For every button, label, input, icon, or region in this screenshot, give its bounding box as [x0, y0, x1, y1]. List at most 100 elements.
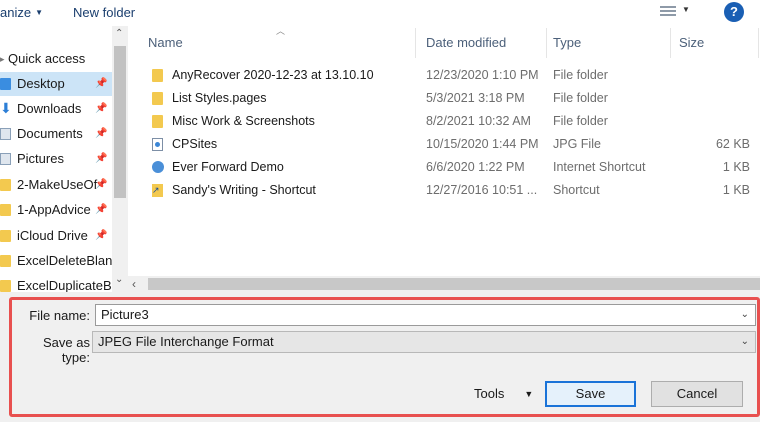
file-name: CPSites [172, 137, 218, 151]
pictures-icon [0, 153, 11, 165]
file-size: 1 KB [722, 160, 750, 174]
horizontal-scroll-thumb[interactable] [148, 278, 760, 290]
caret-down-icon: ▼ [35, 8, 43, 17]
pin-icon: 📌 [95, 230, 108, 241]
file-type: Internet Shortcut [553, 160, 646, 174]
scroll-down-icon[interactable]: ⌄ [115, 274, 123, 285]
scroll-left-icon[interactable]: ‹ [132, 276, 136, 292]
new-folder-button[interactable]: New folder [73, 5, 135, 20]
file-type: File folder [553, 91, 608, 105]
file-size: 62 KB [715, 137, 750, 151]
chevron-down-icon[interactable]: ⌄ [741, 305, 749, 325]
column-header-size[interactable]: Size [679, 26, 704, 60]
file-row[interactable]: AnyRecover 2020-12-23 at 13.10.10 12/23/… [128, 64, 760, 87]
save-button[interactable]: Save [545, 381, 636, 407]
sort-ascending-icon: ︿ [276, 26, 286, 36]
file-type: Shortcut [553, 183, 600, 197]
tools-menu-button[interactable]: Tools ▼ [474, 386, 533, 401]
column-header-date[interactable]: Date modified [426, 26, 506, 60]
save-type-select[interactable]: JPEG File Interchange Format ⌄ [92, 331, 756, 353]
pin-icon: 📌 [95, 204, 108, 215]
details-view-icon [660, 6, 676, 19]
save-options-pane: File name: Picture3 ⌄ Save as type: JPEG… [0, 292, 760, 422]
navigation-pane: ▸ Quick access Desktop 📌 ⬇ Downloads 📌 D… [0, 26, 128, 292]
chevron-down-icon[interactable]: ⌄ [741, 332, 749, 352]
nav-item-icloud-drive[interactable]: iCloud Drive 📌 [0, 224, 112, 248]
file-name-value: Picture3 [101, 307, 149, 322]
help-button[interactable]: ? [724, 2, 744, 22]
column-divider[interactable] [758, 28, 759, 58]
file-date: 12/23/2020 1:10 PM [426, 68, 539, 82]
documents-icon [0, 128, 11, 140]
nav-item-label: ExcelDeleteBlanl [17, 253, 112, 268]
file-type: JPG File [553, 137, 601, 151]
scroll-up-icon[interactable]: ⌃ [115, 28, 123, 39]
folder-icon [0, 230, 11, 242]
file-row[interactable]: Sandy's Writing - Shortcut 12/27/2016 10… [128, 179, 760, 202]
nav-item-quick-access[interactable]: ▸ Quick access [0, 47, 112, 71]
caret-down-icon: ▼ [524, 389, 534, 399]
file-name: Sandy's Writing - Shortcut [172, 183, 316, 197]
nav-item-documents[interactable]: Documents 📌 [0, 122, 112, 146]
organize-menu-button[interactable]: anize ▼ [0, 5, 43, 20]
pin-icon: 📌 [95, 179, 108, 190]
pin-icon: 📌 [95, 128, 108, 139]
folder-icon [0, 280, 11, 292]
nav-item-1-appadvice[interactable]: 1-AppAdvice 📌 [0, 198, 112, 222]
shortcut-icon [152, 179, 163, 202]
file-row[interactable]: Misc Work & Screenshots 8/2/2021 10:32 A… [128, 110, 760, 133]
cancel-button[interactable]: Cancel [651, 381, 743, 407]
quick-access-icon: ▸ [0, 54, 5, 64]
nav-item-label: Desktop [17, 76, 65, 91]
file-name: List Styles.pages [172, 91, 267, 105]
file-name: Ever Forward Demo [172, 160, 284, 174]
nav-item-downloads[interactable]: ⬇ Downloads 📌 [0, 97, 112, 121]
file-date: 8/2/2021 10:32 AM [426, 114, 531, 128]
nav-item-label: Documents [17, 126, 83, 141]
file-row[interactable]: List Styles.pages 5/3/2021 3:18 PM File … [128, 87, 760, 110]
image-file-icon [152, 138, 163, 151]
folder-icon [0, 204, 11, 216]
file-type: File folder [553, 114, 608, 128]
file-date: 5/3/2021 3:18 PM [426, 91, 525, 105]
nav-item-label: Downloads [17, 101, 82, 116]
column-divider[interactable] [546, 28, 547, 58]
file-name-label: File name: [29, 308, 90, 323]
column-divider[interactable] [670, 28, 671, 58]
file-row[interactable]: Ever Forward Demo 6/6/2020 1:22 PM Inter… [128, 156, 760, 179]
caret-down-icon: ▼ [682, 5, 690, 14]
change-view-button[interactable]: ▼ [660, 5, 690, 21]
nav-item-exceldeleteblank[interactable]: ExcelDeleteBlanl [0, 249, 112, 273]
web-shortcut-icon [152, 161, 164, 173]
column-divider[interactable] [415, 28, 416, 58]
horizontal-scrollbar[interactable]: ‹ [128, 276, 760, 292]
file-size: 1 KB [722, 183, 750, 197]
file-name: Misc Work & Screenshots [172, 114, 315, 128]
nav-item-label: ExcelDuplicateBl [17, 278, 112, 292]
pin-icon: 📌 [95, 78, 108, 89]
nav-item-label: Pictures [17, 151, 64, 166]
nav-item-pictures[interactable]: Pictures 📌 [0, 147, 112, 171]
nav-item-label: Quick access [8, 51, 86, 66]
file-row[interactable]: CPSites 10/15/2020 1:44 PM JPG File 62 K… [128, 133, 760, 156]
pin-icon: 📌 [95, 153, 108, 164]
desktop-folder-icon [0, 78, 11, 90]
nav-item-desktop[interactable]: Desktop 📌 [0, 72, 112, 96]
organize-label: anize [0, 5, 32, 20]
nav-item-label: 1-AppAdvice [17, 202, 91, 217]
download-icon: ⬇ [0, 100, 12, 116]
nav-item-excelduplicateblank[interactable]: ExcelDuplicateBl [0, 274, 112, 292]
file-name-input[interactable]: Picture3 ⌄ [95, 304, 756, 326]
column-header-type[interactable]: Type [553, 26, 581, 60]
nav-scrollbar[interactable]: ⌃ ⌄ [112, 26, 128, 292]
folder-icon [152, 69, 163, 82]
folder-icon [152, 115, 163, 128]
pin-icon: 📌 [95, 103, 108, 114]
nav-item-2-makeuseof[interactable]: 2-MakeUseOf 📌 [0, 173, 112, 197]
file-date: 6/6/2020 1:22 PM [426, 160, 525, 174]
file-date: 12/27/2016 10:51 ... [426, 183, 538, 197]
column-header-name[interactable]: Name [148, 26, 183, 60]
nav-scroll-thumb[interactable] [114, 46, 126, 198]
nav-item-label: 2-MakeUseOf [17, 177, 98, 192]
file-list: ︿ Name Date modified Type Size AnyRecove… [128, 26, 760, 276]
